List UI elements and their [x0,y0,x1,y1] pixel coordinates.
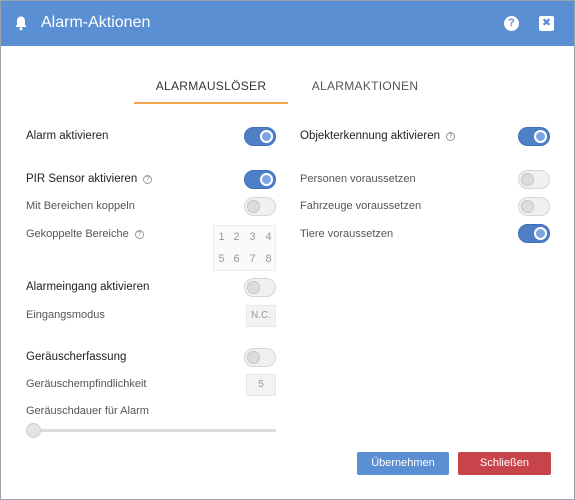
bell-icon [15,16,27,31]
alarm-enable-toggle[interactable] [244,127,276,146]
help-icon[interactable]: ? [504,16,519,31]
alarm-input-label: Alarmeingang aktivieren [26,281,150,293]
apply-button[interactable]: Übernehmen [357,452,449,475]
object-detect-text: Objekterkennung aktivieren [300,130,440,142]
help-icon[interactable]: ? [446,132,455,141]
help-icon[interactable]: ? [134,230,144,239]
noise-sensitivity-label: Geräuschempfindlichkeit [26,378,147,390]
zone-cell[interactable]: 1 [214,227,229,247]
object-detect-label: Objekterkennung aktivieren? [300,130,455,142]
noise-duration-slider-track[interactable] [29,429,276,432]
link-zones-label: Mit Bereichen koppeln [26,200,135,212]
linked-zones-text: Gekoppelte Bereiche [26,228,129,240]
toggle-knob [534,130,547,143]
toggle-knob [521,200,534,213]
pir-enable-label: PIR Sensor aktivieren? [26,173,153,185]
dialog-titlebar: Alarm-Aktionen ? ✖ [1,1,574,46]
linked-zones-label: Gekoppelte Bereiche? [26,228,144,240]
noise-duration-slider-handle[interactable] [26,423,41,438]
noise-sensitivity-value[interactable]: 5 [246,374,276,396]
vehicles-toggle[interactable] [518,197,550,216]
noise-detect-toggle[interactable] [244,348,276,367]
persons-toggle[interactable] [518,170,550,189]
pir-enable-toggle[interactable] [244,170,276,189]
zone-cell[interactable]: 5 [214,249,229,269]
animals-label: Tiere voraussetzen [300,228,394,240]
tab-alarm-triggers[interactable]: ALARMAUSLÖSER [134,79,288,104]
close-icon[interactable]: ✖ [539,16,554,31]
toggle-knob [260,130,273,143]
zone-cell[interactable]: 8 [261,249,276,269]
alarm-input-toggle[interactable] [244,278,276,297]
input-mode-label: Eingangsmodus [26,309,105,321]
toggle-knob [534,227,547,240]
input-mode-select[interactable]: N.C. [246,305,276,327]
close-button[interactable]: Schließen [458,452,551,475]
alarm-actions-dialog: Alarm-Aktionen ? ✖ ALARMAUSLÖSER ALARMAK… [0,0,575,500]
noise-duration-label: Geräuschdauer für Alarm [26,405,149,417]
toggle-knob [247,200,260,213]
object-detect-toggle[interactable] [518,127,550,146]
tab-alarm-actions[interactable]: ALARMAKTIONEN [288,79,442,101]
pir-enable-text: PIR Sensor aktivieren [26,173,138,185]
zone-cell[interactable]: 4 [261,227,276,247]
dialog-title: Alarm-Aktionen [41,14,151,31]
animals-toggle[interactable] [518,224,550,243]
toggle-knob [247,351,260,364]
zone-cell[interactable]: 2 [229,227,244,247]
zone-grid: 1 2 3 4 5 6 7 8 [213,225,276,271]
help-icon[interactable]: ? [143,175,153,184]
toggle-knob [260,173,273,186]
zone-cell[interactable]: 7 [245,249,260,269]
noise-detect-label: Geräuscherfassung [26,351,127,363]
alarm-enable-label: Alarm aktivieren [26,130,109,142]
zone-cell[interactable]: 6 [229,249,244,269]
persons-label: Personen voraussetzen [300,173,416,185]
vehicles-label: Fahrzeuge voraussetzen [300,200,422,212]
link-zones-toggle[interactable] [244,197,276,216]
toggle-knob [521,173,534,186]
toggle-knob [247,281,260,294]
zone-cell[interactable]: 3 [245,227,260,247]
